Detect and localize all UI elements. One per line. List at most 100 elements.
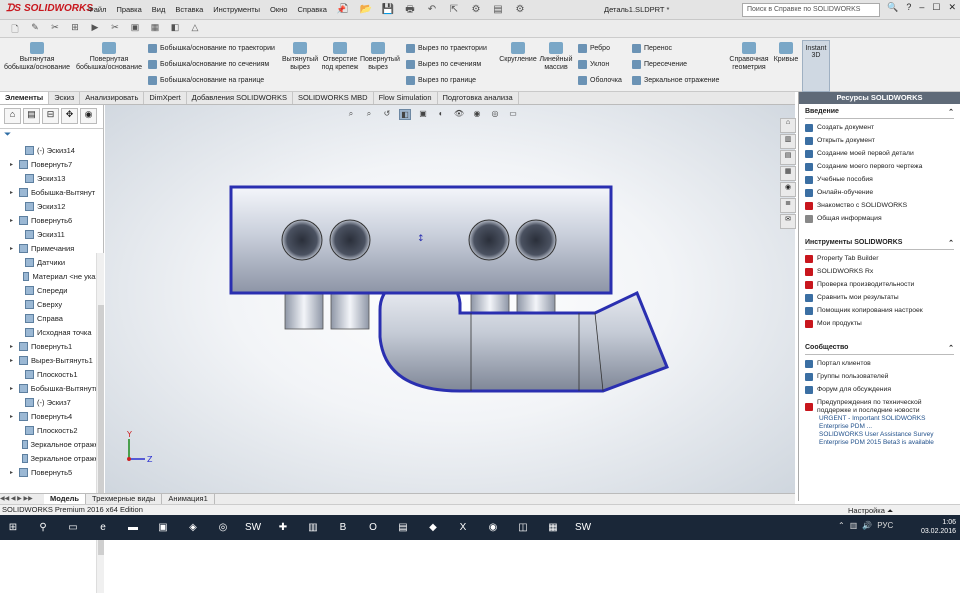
resource-link[interactable]: Группы пользователей <box>805 373 954 381</box>
store-icon[interactable]: ▣ <box>150 517 176 539</box>
tree-item[interactable]: ▸ Повернуть4 <box>0 409 103 423</box>
file-explorer-icon[interactable]: ▤ <box>780 150 796 165</box>
boundary-cut-button[interactable]: Вырез по границе <box>406 76 476 85</box>
resource-link[interactable]: Форум для обсуждения <box>805 386 954 394</box>
cut-icon[interactable]: ✂ <box>108 22 122 35</box>
tab-animation[interactable]: Анимация1 <box>162 494 215 504</box>
mirror-button[interactable]: Зеркальное отражение <box>632 76 719 85</box>
snap-icon[interactable]: ⊞ <box>68 22 82 35</box>
resource-link[interactable]: Property Tab Builder <box>805 255 954 263</box>
tree-item[interactable]: Зеркальное отражен <box>0 451 103 465</box>
resource-link[interactable]: Знакомство с SOLIDWORKS <box>805 202 954 210</box>
vk-icon[interactable]: B <box>330 517 356 539</box>
menu-edit[interactable]: Правка <box>116 5 141 14</box>
file-props-icon[interactable]: ▤ <box>490 3 506 17</box>
expand-arrow-icon[interactable]: ▸ <box>10 161 16 168</box>
lofted-cut-button[interactable]: Вырез по сечениям <box>406 60 481 69</box>
boundary-boss-button[interactable]: Бобышка/основание на границе <box>148 76 264 85</box>
menu-view[interactable]: Вид <box>152 5 166 14</box>
save-icon[interactable]: 💾 <box>380 3 396 17</box>
tab-3d-views[interactable]: Трехмерные виды <box>86 494 163 504</box>
expand-arrow-icon[interactable]: ▸ <box>10 385 16 392</box>
tree-item[interactable]: ▸ Вырез-Вытянуть1 <box>0 353 103 367</box>
tree-item[interactable]: (-) Эскиз14 <box>0 143 103 157</box>
print-icon[interactable]: 🖶 <box>402 3 418 17</box>
tree-item[interactable]: Датчики <box>0 255 103 269</box>
appearance-icon[interactable]: ◉ <box>80 108 97 124</box>
tab-analysis-prep[interactable]: Подготовка анализа <box>438 92 519 104</box>
undo-icon[interactable]: ↶ <box>424 3 440 17</box>
search-icon[interactable]: ⚲ <box>30 517 56 539</box>
intersect-button[interactable]: Пересечение <box>632 60 687 69</box>
draft-button[interactable]: Уклон <box>578 60 609 69</box>
tab-mbd[interactable]: SOLIDWORKS MBD <box>293 92 374 104</box>
resource-link[interactable]: Создать документ <box>805 124 954 132</box>
expand-arrow-icon[interactable]: ▸ <box>10 413 16 420</box>
expand-arrow-icon[interactable]: ▸ <box>10 189 16 196</box>
select-icon[interactable]: ⇱ <box>446 3 462 17</box>
maximize-icon[interactable]: ☐ <box>932 2 940 13</box>
collapse-icon[interactable]: ⌃ <box>948 239 954 247</box>
news-link[interactable]: URGENT - Important SOLIDWORKS Enterprise… <box>819 415 954 431</box>
resource-link[interactable]: Портал клиентов <box>805 360 954 368</box>
rib-button[interactable]: Ребро <box>578 44 610 53</box>
network-icon[interactable]: ▥ <box>850 521 858 530</box>
resource-link[interactable]: Учебные пособия <box>805 176 954 184</box>
app-icon[interactable]: ◆ <box>420 517 446 539</box>
solidworks-task-icon[interactable]: SW <box>570 517 596 539</box>
menu-file[interactable]: Файл <box>88 5 106 14</box>
custom-props-icon[interactable]: ≣ <box>780 198 796 213</box>
new-doc-icon[interactable]: 🗋 <box>8 22 22 35</box>
excel-icon[interactable]: X <box>450 517 476 539</box>
design-library-icon[interactable]: ▥ <box>780 134 796 149</box>
linear-pattern-button[interactable]: Линейный массив <box>538 42 574 72</box>
graphics-area[interactable]: ⌕ ⌕ ↺ ◧ ▣ ◐ 👁 ◉ ◎ ▭ ↕ Y Z <box>105 105 795 493</box>
table-icon[interactable]: ▦ <box>148 22 162 35</box>
tab-addins[interactable]: Добавления SOLIDWORKS <box>187 92 293 104</box>
swept-boss-button[interactable]: Бобышка/основание по траектории <box>148 44 275 53</box>
resource-link[interactable]: Открыть документ <box>805 137 954 145</box>
resource-link[interactable]: Создание моего первого чертежа <box>805 163 954 171</box>
tri-icon[interactable]: △ <box>188 22 202 35</box>
app-icon[interactable]: ◉ <box>480 517 506 539</box>
resource-link[interactable]: Общая информация <box>805 215 954 223</box>
extruded-boss-button[interactable]: Вытянутая бобышка/основание <box>4 42 70 72</box>
new-icon[interactable]: 🗋 <box>336 3 352 17</box>
tab-model[interactable]: Модель <box>44 494 87 504</box>
opera-icon[interactable]: O <box>360 517 386 539</box>
options-icon[interactable]: ⚙ <box>512 3 528 17</box>
trim-icon[interactable]: ✂ <box>48 22 62 35</box>
clock[interactable]: 1:06 03.02.2016 <box>921 518 956 536</box>
menu-tools[interactable]: Инструменты <box>213 5 260 14</box>
appearances-icon[interactable]: ◉ <box>780 182 796 197</box>
resource-link[interactable]: Проверка производительности <box>805 281 954 289</box>
tree-item[interactable]: Материал <не указа <box>0 269 103 283</box>
tree-item[interactable]: Сверху <box>0 297 103 311</box>
help-search-input[interactable]: Поиск в Справке по SOLIDWORKS <box>742 3 880 17</box>
chrome-icon[interactable]: ◎ <box>210 517 236 539</box>
tree-item[interactable]: Эскиз13 <box>0 171 103 185</box>
hole-wizard-button[interactable]: Отверстие под крепеж <box>321 42 359 72</box>
tab-evaluate[interactable]: Анализировать <box>80 92 145 104</box>
swept-cut-button[interactable]: Вырез по траектории <box>406 44 487 53</box>
resource-link[interactable]: SOLIDWORKS Rx <box>805 268 954 276</box>
cad-tool-icon[interactable]: ✚ <box>270 517 296 539</box>
lock-icon[interactable]: ▣ <box>128 22 142 35</box>
solidworks-task-icon[interactable]: SW <box>240 517 266 539</box>
tab-flow-simulation[interactable]: Flow Simulation <box>374 92 438 104</box>
windows-start-icon[interactable]: ⊞ <box>0 517 26 539</box>
resource-link[interactable]: Помощник копирования настроек <box>805 307 954 315</box>
resource-link[interactable]: Мои продукты <box>805 320 954 328</box>
arrow-icon[interactable]: ▶ <box>88 22 102 35</box>
revolved-cut-button[interactable]: Повернутый вырез <box>360 42 400 72</box>
resource-link[interactable]: Онлайн-обучение <box>805 189 954 197</box>
menu-insert[interactable]: Вставка <box>175 5 203 14</box>
tree-item[interactable]: ▸ Бобышка-Вытянуть2 <box>0 381 103 395</box>
collapse-icon[interactable]: ⌃ <box>948 108 954 116</box>
minimize-icon[interactable]: – <box>919 2 924 13</box>
sketch-icon[interactable]: ✎ <box>28 22 42 35</box>
lofted-boss-button[interactable]: Бобышка/основание по сечениям <box>148 60 269 69</box>
tree-item[interactable]: (-) Эскиз7 <box>0 395 103 409</box>
calculator-icon[interactable]: ▦ <box>540 517 566 539</box>
tab-dimxpert[interactable]: DimXpert <box>144 92 187 104</box>
